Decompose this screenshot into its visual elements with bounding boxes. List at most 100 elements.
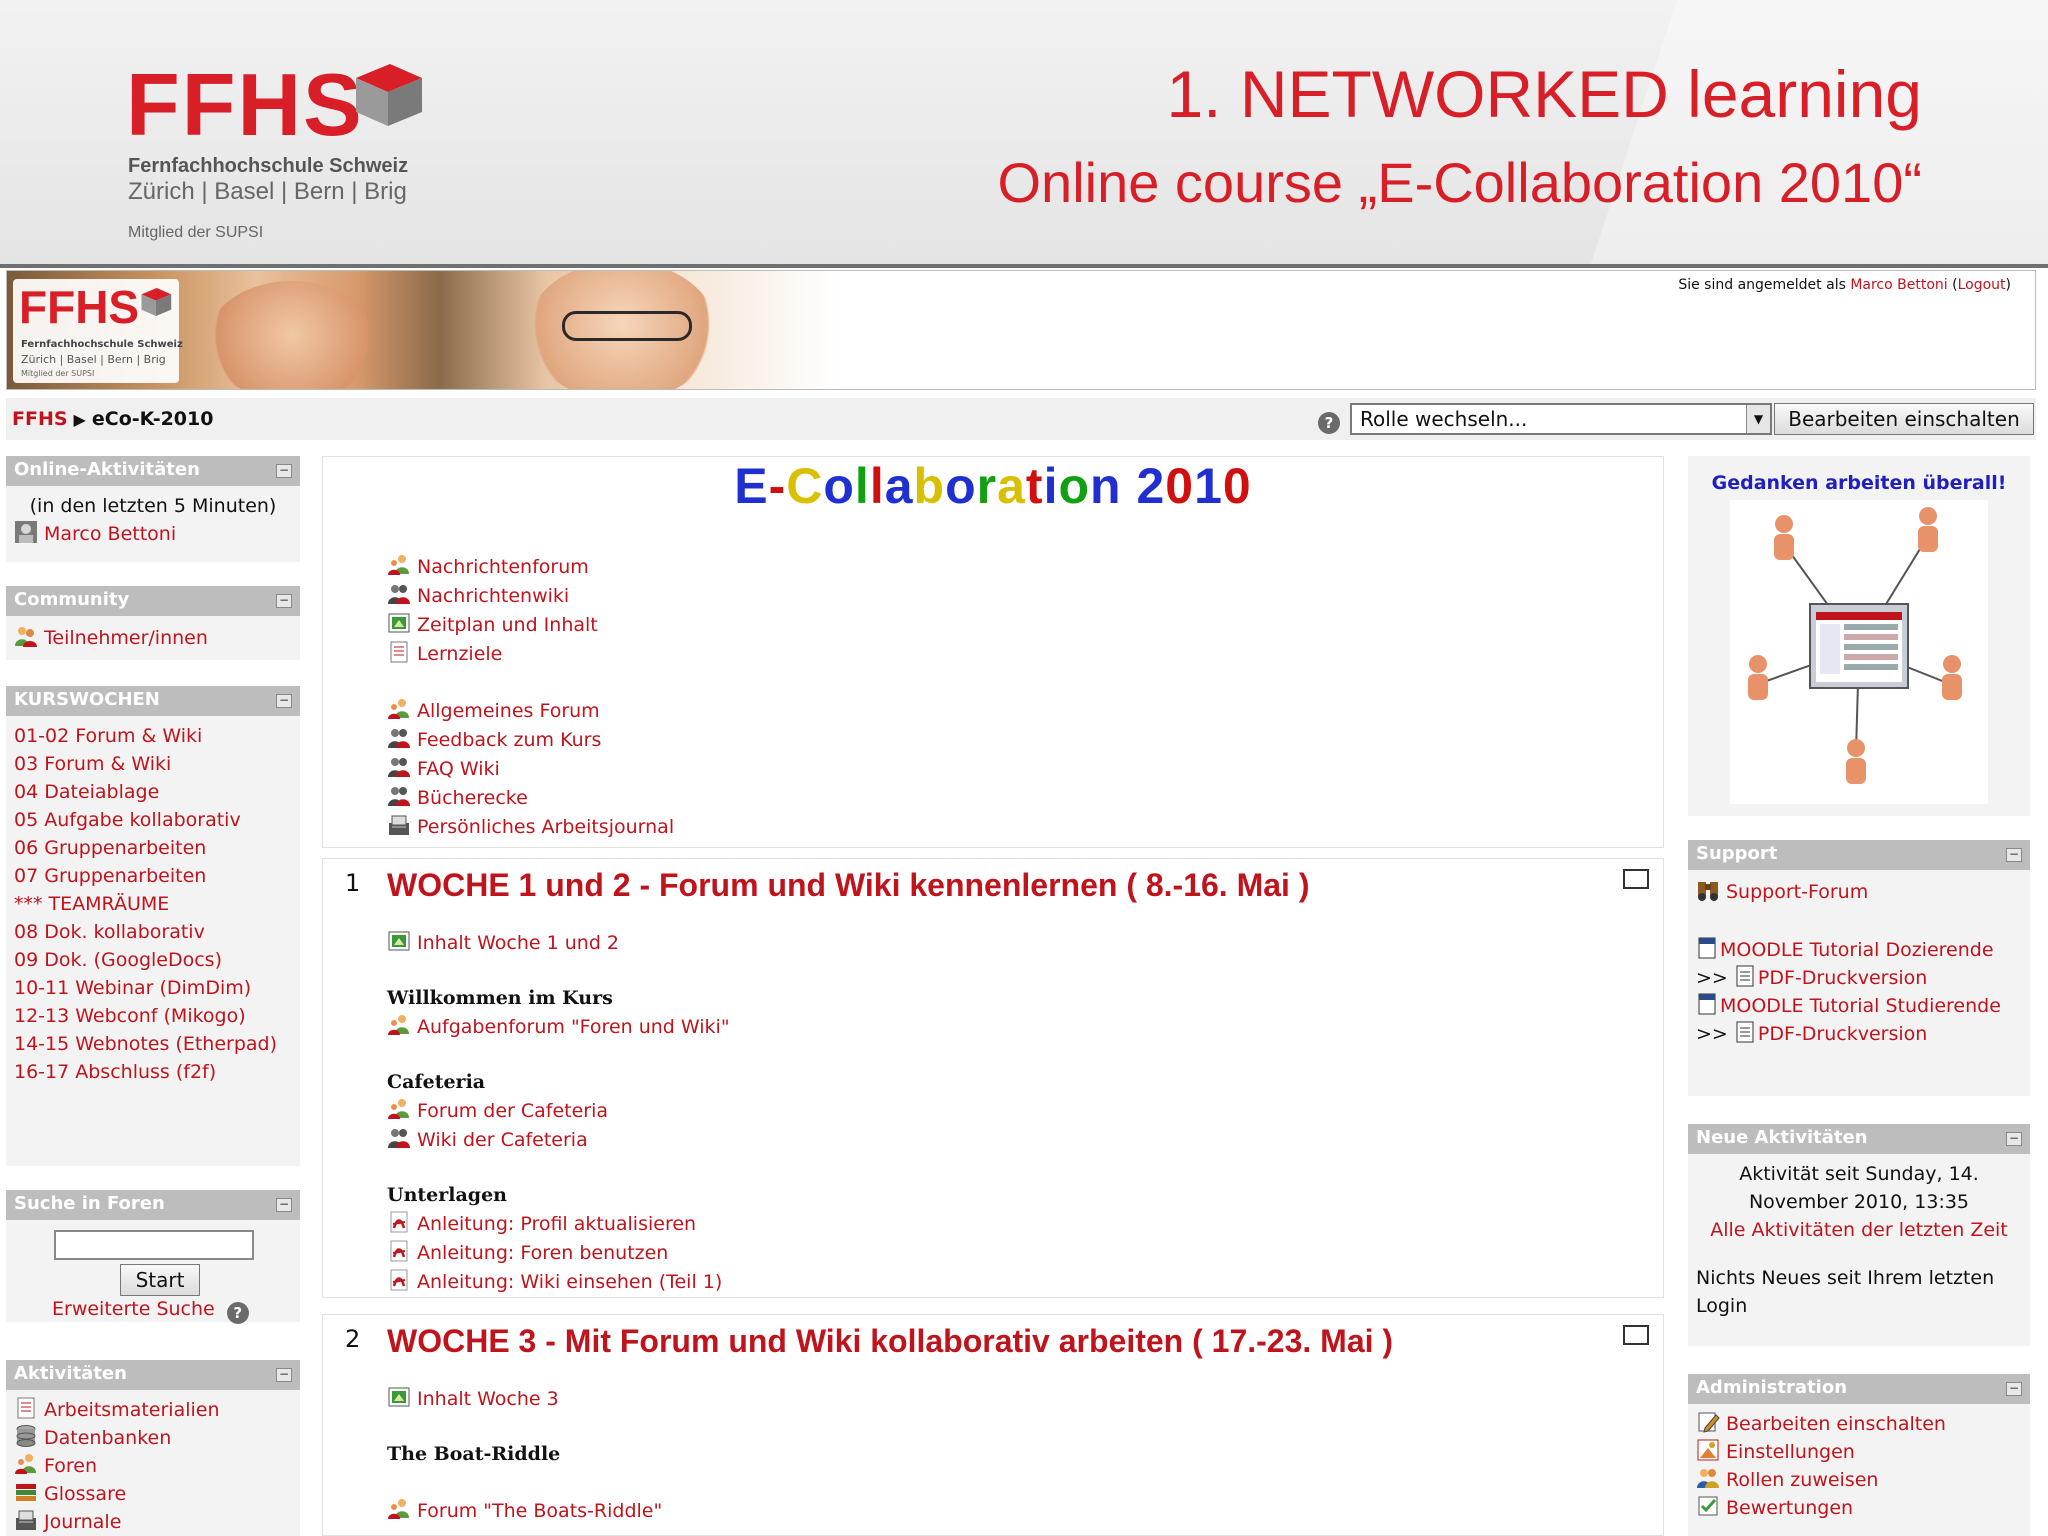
week-link[interactable]: 14-15 Webnotes (Etherpad): [14, 1030, 292, 1058]
activity-link-text[interactable]: Nachrichtenwiki: [417, 585, 569, 607]
week-link[interactable]: 07 Gruppenarbeiten: [14, 862, 292, 890]
week-link[interactable]: 01-02 Forum & Wiki: [14, 722, 292, 750]
help-icon[interactable]: ?: [1318, 412, 1340, 434]
forum-search-start-button[interactable]: Start: [120, 1264, 200, 1296]
pdf-print-link[interactable]: PDF-Druckversion: [1758, 967, 1927, 989]
activity-link-text[interactable]: Anleitung: Profil aktualisieren: [417, 1213, 696, 1235]
activity-link[interactable]: Wiki der Cafeteria: [387, 1126, 730, 1155]
admin-link[interactable]: Einstellungen: [1726, 1441, 1855, 1463]
week-link[interactable]: 03 Forum & Wiki: [14, 750, 292, 778]
activity-type-text[interactable]: Journale: [44, 1511, 121, 1533]
activity-link[interactable]: Allgemeines Forum: [387, 697, 674, 726]
activity-link[interactable]: Nachrichtenwiki: [387, 582, 598, 611]
activity-link[interactable]: Forum "The Boats-Riddle": [387, 1497, 662, 1526]
week-link[interactable]: 04 Dateiablage: [14, 778, 292, 806]
advanced-search-link[interactable]: Erweiterte Suche: [52, 1298, 215, 1320]
admin-item[interactable]: Einstellungen: [1696, 1438, 2022, 1466]
week-link[interactable]: 09 Dok. (GoogleDocs): [14, 946, 292, 974]
tutorial-row[interactable]: MOODLE Tutorial Dozierende: [1696, 936, 2022, 964]
activity-type-text[interactable]: Arbeitsmaterialien: [44, 1399, 220, 1421]
week-link-text[interactable]: 07 Gruppenarbeiten: [14, 865, 206, 887]
week-link-text[interactable]: *** TEAMRÄUME: [14, 893, 169, 915]
activity-link-text[interactable]: Nachrichtenforum: [417, 556, 589, 578]
week-link-text[interactable]: 06 Gruppenarbeiten: [14, 837, 206, 859]
collapse-icon[interactable]: −: [276, 1198, 292, 1212]
activity-link[interactable]: Zeitplan und Inhalt: [387, 611, 598, 640]
week-link[interactable]: 05 Aufgabe kollaborativ: [14, 806, 292, 834]
week-link-text[interactable]: 05 Aufgabe kollaborativ: [14, 809, 241, 831]
all-recent-activity-link[interactable]: Alle Aktivitäten der letzten Zeit: [1710, 1219, 2008, 1241]
user-profile-link[interactable]: Marco Bettoni: [1850, 277, 1947, 293]
activity-link-text[interactable]: Bücherecke: [417, 787, 528, 809]
week-link-text[interactable]: 09 Dok. (GoogleDocs): [14, 949, 222, 971]
week-link[interactable]: 12-13 Webconf (Mikogo): [14, 1002, 292, 1030]
turn-editing-on-button[interactable]: Bearbeiten einschalten: [1774, 403, 2034, 435]
collapse-icon[interactable]: −: [2006, 1382, 2022, 1396]
collapse-icon[interactable]: −: [276, 694, 292, 708]
activity-link-text[interactable]: Persönliches Arbeitsjournal: [417, 816, 674, 838]
week-link[interactable]: 16-17 Abschluss (f2f): [14, 1058, 292, 1086]
activity-link-text[interactable]: Inhalt Woche 3: [417, 1388, 559, 1410]
activity-link-text[interactable]: Lernziele: [417, 643, 502, 665]
activity-link-text[interactable]: Anleitung: Wiki einsehen (Teil 1): [417, 1271, 722, 1293]
activity-link[interactable]: FAQ Wiki: [387, 755, 674, 784]
activity-link[interactable]: Anleitung: Wiki einsehen (Teil 1): [387, 1268, 730, 1297]
week-link-text[interactable]: 04 Dateiablage: [14, 781, 159, 803]
activity-link[interactable]: Feedback zum Kurs: [387, 726, 674, 755]
help-icon[interactable]: ?: [226, 1302, 249, 1324]
activity-link[interactable]: Persönliches Arbeitsjournal: [387, 813, 674, 842]
collapse-icon[interactable]: −: [276, 464, 292, 478]
activity-link-text[interactable]: Allgemeines Forum: [417, 700, 600, 722]
activity-type-link[interactable]: Journale: [14, 1508, 292, 1536]
week-link-text[interactable]: 08 Dok. kollaborativ: [14, 921, 205, 943]
pdf-row[interactable]: >> PDF-Druckversion: [1696, 964, 2022, 992]
activity-link-text[interactable]: FAQ Wiki: [417, 758, 500, 780]
activity-link-text[interactable]: Zeitplan und Inhalt: [417, 614, 598, 636]
role-switch-select[interactable]: Rolle wechseln... ▼: [1350, 403, 1772, 435]
admin-link[interactable]: Bewertungen: [1726, 1497, 1853, 1519]
breadcrumb-home-link[interactable]: FFHS: [12, 408, 68, 430]
all-recent-activity-row[interactable]: Alle Aktivitäten der letzten Zeit: [1696, 1216, 2022, 1244]
pdf-row[interactable]: >> PDF-Druckversion: [1696, 1020, 2022, 1048]
admin-link[interactable]: Rollen zuweisen: [1726, 1469, 1878, 1491]
show-only-this-week-icon[interactable]: [1623, 869, 1649, 889]
forum-search-input[interactable]: [54, 1230, 254, 1260]
activity-link[interactable]: Bücherecke: [387, 784, 674, 813]
activity-link[interactable]: Inhalt Woche 1 und 2: [387, 929, 730, 958]
activity-link[interactable]: Aufgabenforum "Foren und Wiki": [387, 1013, 730, 1042]
tutorial-row[interactable]: MOODLE Tutorial Studierende: [1696, 992, 2022, 1020]
tutorial-teachers-link[interactable]: MOODLE Tutorial Dozierende: [1720, 939, 1994, 961]
activity-type-text[interactable]: Datenbanken: [44, 1427, 171, 1449]
community-participants[interactable]: Teilnehmer/innen: [14, 624, 292, 652]
activity-type-link[interactable]: Datenbanken: [14, 1424, 292, 1452]
collapse-icon[interactable]: −: [2006, 1132, 2022, 1146]
activity-link[interactable]: Inhalt Woche 3: [387, 1385, 662, 1414]
activity-link[interactable]: Anleitung: Foren benutzen: [387, 1239, 730, 1268]
activity-type-text[interactable]: Foren: [44, 1455, 97, 1477]
week-link-text[interactable]: 12-13 Webconf (Mikogo): [14, 1005, 246, 1027]
week-link[interactable]: 08 Dok. kollaborativ: [14, 918, 292, 946]
admin-link[interactable]: Bearbeiten einschalten: [1726, 1413, 1946, 1435]
activity-link-text[interactable]: Forum "The Boats-Riddle": [417, 1500, 662, 1522]
tutorial-students-link[interactable]: MOODLE Tutorial Studierende: [1720, 995, 2001, 1017]
activity-type-link[interactable]: Arbeitsmaterialien: [14, 1396, 292, 1424]
collapse-icon[interactable]: −: [2006, 848, 2022, 862]
participants-link[interactable]: Teilnehmer/innen: [44, 627, 208, 649]
week-link-text[interactable]: 03 Forum & Wiki: [14, 753, 171, 775]
admin-item[interactable]: Rollen zuweisen: [1696, 1466, 2022, 1494]
pdf-print-link[interactable]: PDF-Druckversion: [1758, 1023, 1927, 1045]
week-link[interactable]: 06 Gruppenarbeiten: [14, 834, 292, 862]
show-only-this-week-icon[interactable]: [1623, 1325, 1649, 1345]
admin-item[interactable]: Bearbeiten einschalten: [1696, 1410, 2022, 1438]
support-forum-row[interactable]: Support-Forum: [1696, 878, 2022, 906]
activity-link-text[interactable]: Forum der Cafeteria: [417, 1100, 608, 1122]
activity-type-text[interactable]: Glossare: [44, 1483, 126, 1505]
activity-link[interactable]: Forum der Cafeteria: [387, 1097, 730, 1126]
admin-item[interactable]: Bewertungen: [1696, 1494, 2022, 1522]
week-link-text[interactable]: 01-02 Forum & Wiki: [14, 725, 202, 747]
week-link-text[interactable]: 14-15 Webnotes (Etherpad): [14, 1033, 277, 1055]
week-link[interactable]: *** TEAMRÄUME: [14, 890, 292, 918]
dropdown-arrow-icon[interactable]: ▼: [1746, 405, 1770, 433]
activity-link[interactable]: Nachrichtenforum: [387, 553, 598, 582]
online-user[interactable]: Marco Bettoni: [14, 520, 292, 548]
